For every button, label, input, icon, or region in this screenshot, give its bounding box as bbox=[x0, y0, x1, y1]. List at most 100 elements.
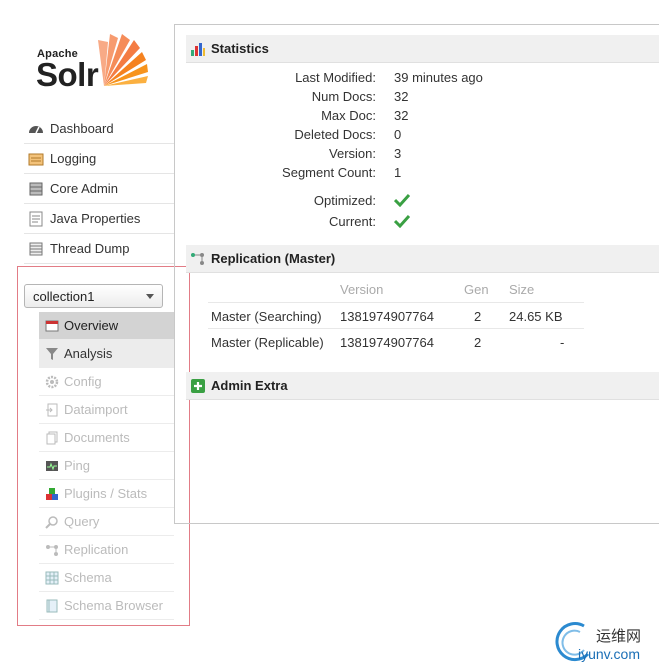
check-icon bbox=[393, 214, 411, 231]
core-menu-item-schema-browser[interactable]: Schema Browser bbox=[39, 592, 174, 620]
core-menu-item-query[interactable]: Query bbox=[39, 508, 174, 536]
core-selector-value: collection1 bbox=[33, 288, 95, 304]
core-menu-item-schema[interactable]: Schema bbox=[39, 564, 174, 592]
plus-icon bbox=[191, 378, 205, 393]
core-menu-label: Config bbox=[64, 374, 102, 389]
core-selector-dropdown[interactable]: collection1 bbox=[24, 284, 163, 308]
overview-icon bbox=[45, 320, 59, 331]
plugins-blocks-icon bbox=[46, 487, 58, 500]
watermark-cn: 运维网 bbox=[596, 628, 642, 645]
core-menu-item-dataimport[interactable]: Dataimport bbox=[39, 396, 174, 424]
table-row: Master (Searching) 1381974907764 2 24.65… bbox=[208, 302, 584, 329]
core-menu-label: Query bbox=[64, 514, 100, 529]
thread-dump-icon bbox=[29, 242, 43, 255]
nav-item-core-admin[interactable]: Core Admin bbox=[24, 174, 174, 204]
core-menu-label: Documents bbox=[64, 430, 130, 445]
rep-version: 1381974907764 bbox=[340, 309, 434, 324]
core-menu-label: Ping bbox=[64, 458, 91, 473]
nav-item-thread-dump[interactable]: Thread Dump bbox=[24, 234, 174, 264]
core-menu-label: Plugins / Stats bbox=[64, 486, 148, 501]
rep-size: 24.65 KB bbox=[509, 309, 563, 324]
rep-name: Master (Replicable) bbox=[211, 335, 324, 350]
stat-value: 39 minutes ago bbox=[394, 70, 483, 85]
dataimport-icon bbox=[46, 403, 58, 416]
admin-extra-header[interactable]: Admin Extra bbox=[186, 372, 659, 400]
solr-logo[interactable]: Apache Solr bbox=[36, 30, 166, 100]
replication-icon bbox=[191, 252, 204, 265]
core-menu-item-plugins-stats[interactable]: Plugins / Stats bbox=[39, 480, 174, 508]
stat-row: Num Docs: 32 bbox=[186, 89, 586, 108]
stat-value: 3 bbox=[394, 146, 402, 161]
core-menu-label: Dataimport bbox=[64, 402, 128, 417]
stat-row: Max Doc: 32 bbox=[186, 108, 586, 127]
check-icon bbox=[393, 193, 411, 210]
bar-chart-icon bbox=[191, 42, 205, 56]
chevron-down-icon bbox=[146, 294, 154, 299]
core-menu-label: Analysis bbox=[64, 346, 113, 361]
optimized-label: Optimized: bbox=[313, 193, 376, 208]
current-label: Current: bbox=[329, 214, 376, 229]
documents-icon bbox=[46, 431, 58, 444]
replication-title: Replication (Master) bbox=[211, 251, 336, 266]
core-menu-label: Overview bbox=[64, 318, 119, 333]
rep-version: 1381974907764 bbox=[340, 335, 434, 350]
main-nav: Dashboard Logging Core Admin Java Proper… bbox=[24, 114, 174, 264]
core-menu: Overview Analysis Config Dataimport Docu… bbox=[39, 312, 174, 620]
rep-size: - bbox=[560, 335, 565, 350]
stat-key: Segment Count: bbox=[282, 165, 376, 180]
stat-row-optimized: Optimized: bbox=[186, 193, 586, 214]
statistics-list: Last Modified: 39 minutes ago Num Docs: 32… bbox=[186, 70, 586, 235]
stat-row: Version: 3 bbox=[186, 146, 586, 165]
stat-key: Last Modified: bbox=[295, 70, 376, 85]
core-menu-item-replication[interactable]: Replication bbox=[39, 536, 174, 564]
stat-key: Max Doc: bbox=[321, 108, 376, 123]
core-menu-item-config[interactable]: Config bbox=[39, 368, 174, 396]
nav-item-java-properties[interactable]: Java Properties bbox=[24, 204, 174, 234]
stat-row: Last Modified: 39 minutes ago bbox=[186, 70, 586, 89]
logo-solr-text: Solr bbox=[36, 56, 99, 93]
nav-label: Logging bbox=[50, 151, 97, 166]
core-menu-label: Replication bbox=[64, 542, 129, 557]
logging-icon bbox=[28, 153, 44, 165]
nav-item-logging[interactable]: Logging bbox=[24, 144, 174, 174]
solr-sun-icon bbox=[98, 34, 148, 86]
rep-gen: 2 bbox=[474, 335, 482, 350]
stat-key: Deleted Docs: bbox=[294, 127, 376, 142]
stat-value: 1 bbox=[394, 165, 402, 180]
nav-item-dashboard[interactable]: Dashboard bbox=[24, 114, 174, 144]
dashboard-icon bbox=[29, 125, 43, 133]
stat-key: Version: bbox=[329, 146, 376, 161]
core-menu-label: Schema bbox=[64, 570, 112, 585]
analysis-funnel-icon bbox=[46, 347, 58, 360]
nav-label: Dashboard bbox=[50, 121, 114, 136]
core-menu-item-analysis[interactable]: Analysis bbox=[39, 340, 174, 368]
nav-label: Java Properties bbox=[50, 211, 141, 226]
stat-value: 0 bbox=[394, 127, 402, 142]
core-menu-item-ping[interactable]: Ping bbox=[39, 452, 174, 480]
rep-gen: 2 bbox=[474, 309, 482, 324]
gear-icon bbox=[45, 375, 59, 388]
site-watermark: 运维网 iyunv.com bbox=[554, 620, 659, 669]
core-menu-item-overview[interactable]: Overview bbox=[39, 312, 174, 340]
java-properties-icon bbox=[29, 211, 43, 226]
statistics-title: Statistics bbox=[211, 41, 269, 56]
rep-name: Master (Searching) bbox=[211, 309, 322, 324]
stat-row-current: Current: bbox=[186, 214, 586, 235]
replication-header: Replication (Master) bbox=[186, 245, 659, 273]
col-header-version: Version bbox=[340, 282, 384, 297]
table-row: Master (Replicable) 1381974907764 2 - bbox=[208, 328, 584, 355]
stat-key: Num Docs: bbox=[311, 89, 376, 104]
schema-browser-book-icon bbox=[46, 599, 58, 612]
core-menu-label: Schema Browser bbox=[64, 598, 163, 613]
stat-row: Deleted Docs: 0 bbox=[186, 127, 586, 146]
search-icon bbox=[45, 515, 58, 529]
col-header-gen: Gen bbox=[464, 282, 489, 297]
admin-extra-title: Admin Extra bbox=[211, 378, 288, 393]
core-admin-icon bbox=[29, 182, 43, 195]
watermark-url: iyunv.com bbox=[578, 646, 640, 662]
schema-grid-icon bbox=[45, 571, 59, 584]
core-menu-item-documents[interactable]: Documents bbox=[39, 424, 174, 452]
replication-icon bbox=[46, 544, 58, 556]
stat-value: 32 bbox=[394, 108, 409, 123]
stat-value: 32 bbox=[394, 89, 409, 104]
